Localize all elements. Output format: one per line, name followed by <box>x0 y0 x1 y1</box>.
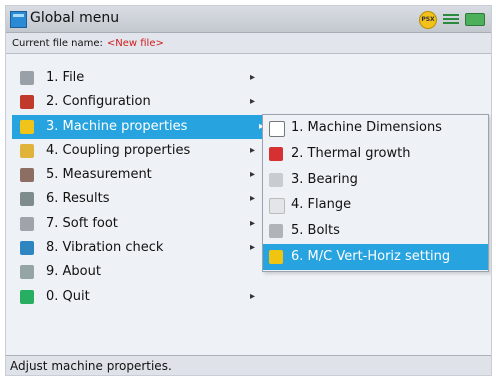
file-icon <box>20 71 34 85</box>
help-status-bar: Adjust machine properties. <box>6 355 491 375</box>
menu-item-label: 3. Machine properties <box>46 118 188 134</box>
psx-badge-icon: PSX <box>419 11 437 29</box>
menu-item-label: 2. Configuration <box>46 94 151 110</box>
menu-item-label: 9. About <box>46 264 101 280</box>
measurement-icon <box>20 168 34 183</box>
menu-item-label: 5. Measurement <box>46 167 152 183</box>
soft-foot-icon <box>20 216 34 231</box>
submenu-arrow-icon: ▸ <box>249 169 255 181</box>
submenu-item-bolts[interactable]: 5. Bolts <box>263 218 488 244</box>
help-text: Adjust machine properties. <box>10 359 172 373</box>
submenu-item-label: 2. Thermal growth <box>291 145 411 161</box>
menu-item-results[interactable]: 6. Results ▸ <box>16 187 261 211</box>
menu-item-label: 1. File <box>46 70 85 85</box>
submenu-item-thermal-growth[interactable]: 2. Thermal growth <box>263 141 488 167</box>
about-icon <box>20 265 34 280</box>
submenu-arrow-icon: ▸ <box>249 96 255 108</box>
submenu-item-label: 4. Flange <box>291 197 352 213</box>
file-name-value: <New file> <box>106 38 164 49</box>
bearing-icon <box>269 172 283 187</box>
menu-item-label: 6. Results <box>46 191 110 207</box>
submenu-arrow-icon: ▸ <box>249 242 255 254</box>
menu-item-label: 0. Quit <box>46 288 90 304</box>
device-screen: Global menu PSX Current file name: <New f… <box>5 5 492 376</box>
submenu-arrow-icon: ▸ <box>249 290 255 302</box>
menu-item-about[interactable]: 9. About <box>16 260 261 284</box>
coupling-icon <box>20 143 34 158</box>
menu-item-soft-foot[interactable]: 7. Soft foot ▸ <box>16 212 261 236</box>
vibration-icon <box>20 241 34 256</box>
file-name-bar: Current file name: <New file> <box>6 33 491 54</box>
menu-icon <box>10 11 27 28</box>
submenu-item-vert-horiz-setting[interactable]: 6. M/C Vert-Horiz setting <box>263 243 488 270</box>
submenu-item-label: 3. Bearing <box>291 171 358 187</box>
menu-item-label: 8. Vibration check <box>46 240 164 256</box>
submenu-item-label: 1. Machine Dimensions <box>291 120 442 135</box>
configuration-icon <box>20 95 34 110</box>
window-title: Global menu <box>30 10 120 26</box>
dimensions-icon <box>269 121 285 137</box>
submenu-item-machine-dimensions[interactable]: 1. Machine Dimensions <box>263 115 488 141</box>
submenu-arrow-icon: ▸ <box>249 193 255 205</box>
quit-icon <box>20 289 34 304</box>
signal-icon <box>443 14 459 24</box>
menu-item-machine-properties[interactable]: 3. Machine properties ▸ <box>12 114 270 139</box>
submenu-item-label: 6. M/C Vert-Horiz setting <box>291 248 451 264</box>
submenu-arrow-icon: ▸ <box>249 144 255 156</box>
submenu-item-bearing[interactable]: 3. Bearing <box>263 167 488 193</box>
submenu-item-label: 5. Bolts <box>291 223 340 239</box>
vert-horiz-icon <box>269 249 283 264</box>
menu-item-label: 7. Soft foot <box>46 215 118 231</box>
menu-item-measurement[interactable]: 5. Measurement ▸ <box>16 163 261 187</box>
menu-item-quit[interactable]: 0. Quit ▸ <box>16 285 261 309</box>
title-bar: Global menu PSX <box>6 6 491 33</box>
submenu-arrow-icon: ▸ <box>249 217 255 229</box>
bolts-icon <box>269 224 283 239</box>
thermal-growth-icon <box>269 146 283 161</box>
menu-item-vibration-check[interactable]: 8. Vibration check ▸ <box>16 236 261 260</box>
results-icon <box>20 192 34 207</box>
submenu-arrow-icon: ▸ <box>249 72 255 83</box>
submenu-item-flange[interactable]: 4. Flange <box>263 192 488 218</box>
menu-item-configuration[interactable]: 2. Configuration ▸ <box>16 90 261 114</box>
machine-properties-icon <box>20 119 34 134</box>
menu-item-file[interactable]: 1. File ▸ <box>16 66 261 90</box>
global-menu: 1. File ▸ 2. Configuration ▸ 3. Machine … <box>12 66 270 309</box>
menu-item-coupling-properties[interactable]: 4. Coupling properties ▸ <box>16 139 261 163</box>
flange-icon <box>269 198 285 215</box>
menu-item-label: 4. Coupling properties <box>46 142 191 158</box>
battery-icon <box>465 13 485 26</box>
file-name-label: Current file name: <box>12 38 103 49</box>
machine-properties-submenu: 1. Machine Dimensions 2. Thermal growth … <box>262 114 489 272</box>
